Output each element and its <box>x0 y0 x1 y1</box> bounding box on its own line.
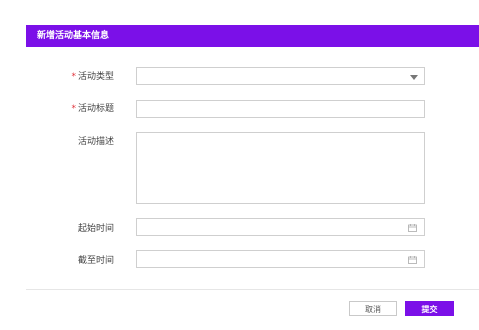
activity-title-field[interactable] <box>136 100 425 118</box>
chevron-down-icon[interactable] <box>410 75 418 80</box>
activity-title-label: * 活动标题 <box>71 104 114 114</box>
activity-title-input[interactable] <box>137 101 424 117</box>
activity-type-value[interactable] <box>137 68 424 84</box>
end-time-label: 截至时间 <box>77 256 114 266</box>
required-mark: * <box>71 104 76 114</box>
activity-type-label: * 活动类型 <box>71 72 114 82</box>
activity-desc-label: 活动描述 <box>77 137 114 147</box>
activity-desc-textarea[interactable] <box>137 133 424 203</box>
start-time-field[interactable] <box>136 218 425 236</box>
footer-divider <box>26 289 479 290</box>
cancel-button[interactable]: 取消 <box>349 301 397 316</box>
calendar-icon[interactable] <box>408 256 417 264</box>
end-time-input[interactable] <box>137 251 424 267</box>
form-title: 新增活动基本信息 <box>37 31 110 41</box>
form-header: 新增活动基本信息 <box>26 25 479 47</box>
submit-button[interactable]: 提交 <box>405 301 454 316</box>
start-time-label: 起始时间 <box>77 224 114 234</box>
calendar-icon[interactable] <box>408 224 417 232</box>
required-mark: * <box>71 72 76 82</box>
activity-desc-field[interactable] <box>136 132 425 204</box>
end-time-field[interactable] <box>136 250 425 268</box>
activity-type-select[interactable] <box>136 67 425 85</box>
start-time-input[interactable] <box>137 219 424 235</box>
